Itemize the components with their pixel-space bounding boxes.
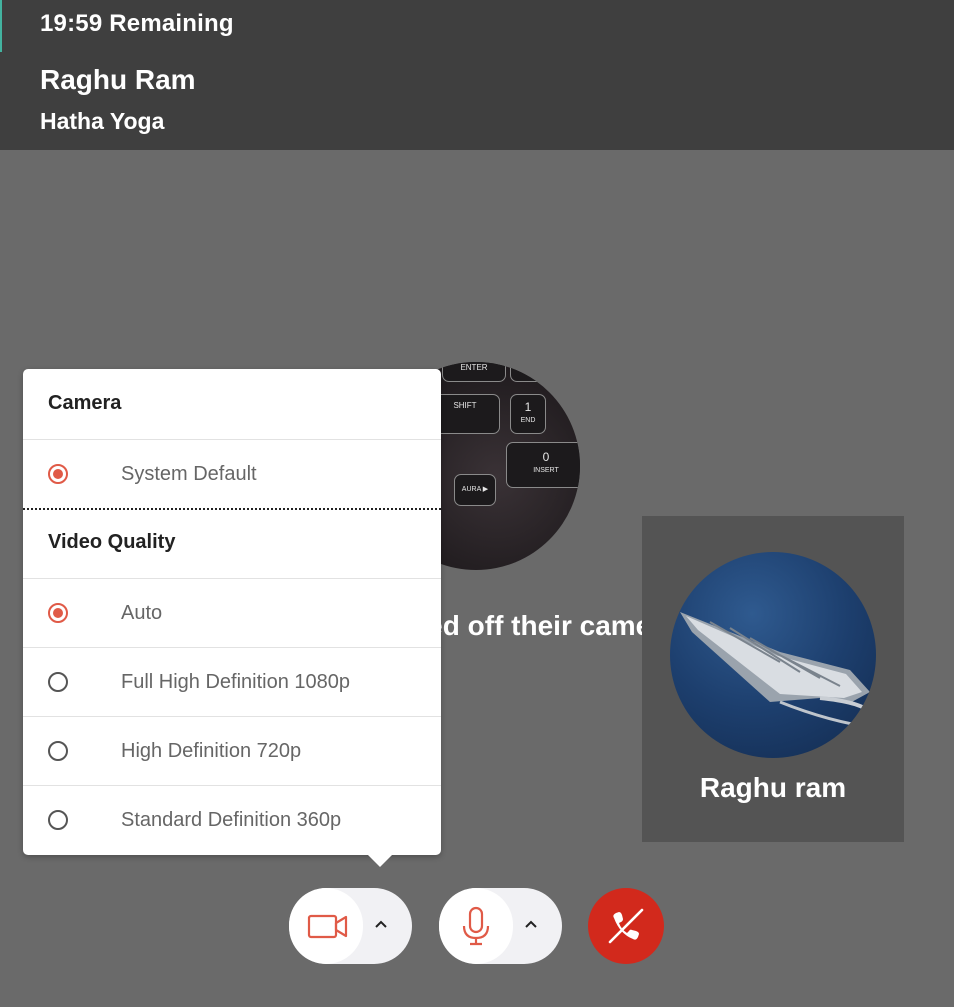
mic-toggle-button[interactable]	[439, 888, 513, 964]
camera-option-system-default[interactable]: System Default	[23, 439, 441, 508]
option-label: Auto	[121, 602, 163, 624]
option-label: Full High Definition 1080p	[121, 671, 351, 693]
option-label: System Default	[121, 463, 257, 485]
chevron-up-icon[interactable]	[523, 916, 539, 932]
participant-avatar	[670, 552, 876, 758]
radio-unselected-icon[interactable]	[48, 810, 68, 830]
session-header: 19:59 Remaining Raghu Ram Hatha Yoga	[0, 0, 954, 150]
quality-option-auto[interactable]: Auto	[23, 578, 441, 647]
menu-pointer	[366, 853, 394, 867]
video-camera-icon	[307, 914, 348, 939]
radio-selected-icon[interactable]	[48, 603, 68, 623]
keyboard-key: 0 INSERT	[506, 442, 580, 488]
option-label: High Definition 720p	[121, 740, 302, 762]
camera-heading: Camera	[48, 392, 122, 414]
keyboard-key: AURA ▶	[454, 474, 496, 506]
bridge-photo	[680, 612, 876, 730]
camera-toggle-button[interactable]	[289, 888, 363, 964]
keyboard-key: 1 END	[510, 394, 546, 434]
radio-unselected-icon[interactable]	[48, 741, 68, 761]
camera-settings-menu: Camera System Default Video Quality Auto…	[23, 369, 441, 867]
hang-up-icon	[608, 908, 644, 944]
option-label: Standard Definition 360p	[121, 809, 342, 831]
radio-selected-icon[interactable]	[48, 464, 68, 484]
mic-control-group	[439, 888, 562, 964]
quality-option-720p[interactable]: High Definition 720p	[23, 716, 441, 785]
host-name: Raghu Ram	[40, 64, 196, 95]
session-name: Hatha Yoga	[40, 108, 165, 134]
participant-name: Raghu ram	[699, 772, 847, 803]
header-accent-bar	[0, 0, 2, 52]
quality-option-360p[interactable]: Standard Definition 360p	[23, 785, 441, 854]
microphone-icon	[462, 906, 490, 946]
keyboard-key: ENTER	[442, 362, 506, 382]
end-call-button[interactable]	[588, 888, 664, 964]
video-quality-heading: Video Quality	[48, 531, 176, 553]
time-remaining: 19:59 Remaining	[40, 10, 234, 37]
radio-unselected-icon[interactable]	[48, 672, 68, 692]
quality-option-1080p[interactable]: Full High Definition 1080p	[23, 647, 441, 716]
chevron-up-icon[interactable]	[373, 916, 389, 932]
participant-tile: Raghu ram	[642, 516, 904, 842]
camera-control-group	[289, 888, 412, 964]
keyboard-key	[510, 362, 552, 382]
